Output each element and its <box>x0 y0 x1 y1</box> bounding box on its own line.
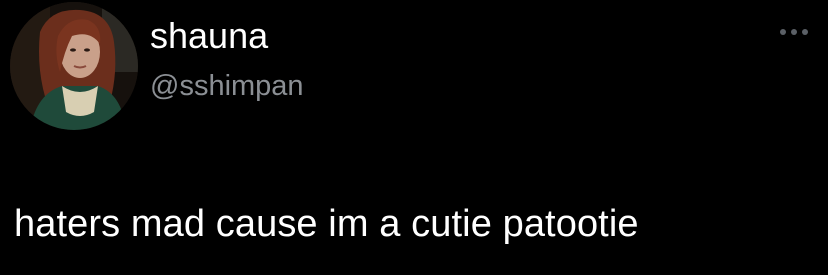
more-dot <box>780 29 786 35</box>
more-dot <box>802 29 808 35</box>
avatar-photo <box>10 2 138 130</box>
tweet-card: shauna @sshimpan haters mad cause im a c… <box>0 0 828 275</box>
avatar[interactable] <box>10 2 138 130</box>
tweet-text: haters mad cause im a cutie patootie <box>14 203 639 245</box>
user-handle[interactable]: @sshimpan <box>150 68 304 104</box>
more-dot <box>791 29 797 35</box>
display-name[interactable]: shauna <box>150 14 268 58</box>
more-options-icon[interactable] <box>772 20 816 44</box>
